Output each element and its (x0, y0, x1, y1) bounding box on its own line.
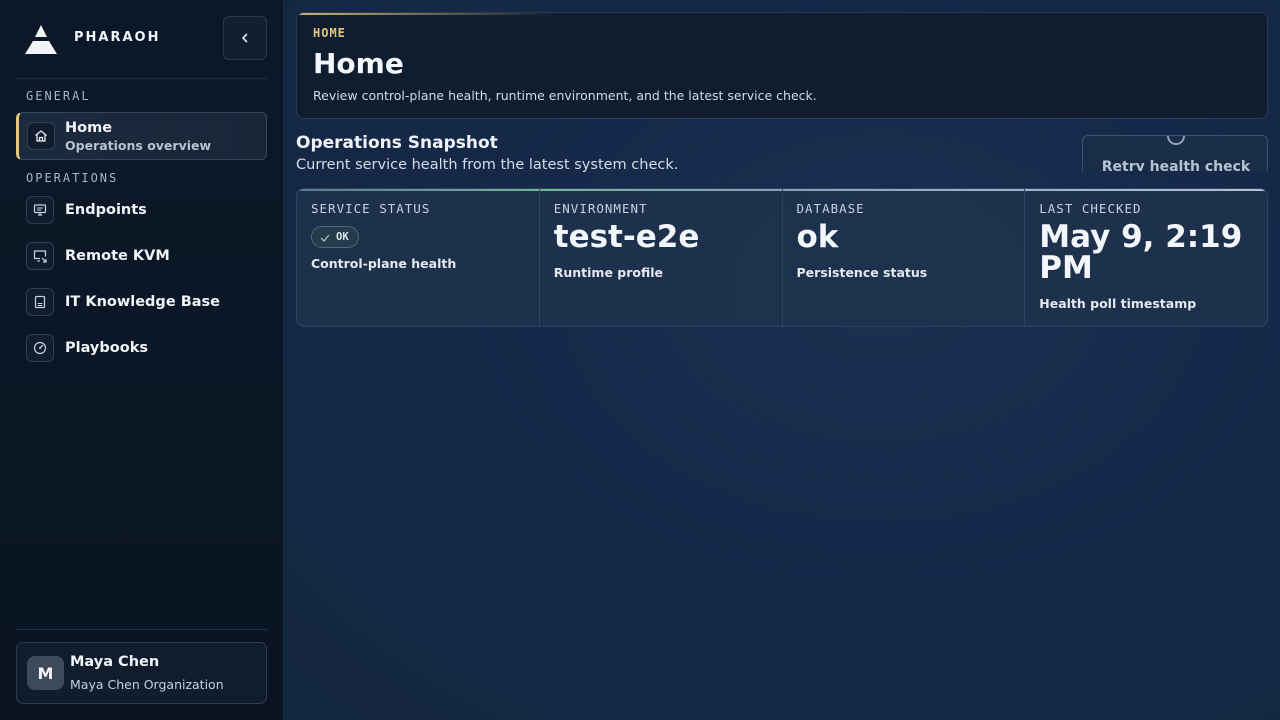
avatar: M (27, 656, 64, 690)
stat-environment: ENVIRONMENT test-e2e Runtime profile (540, 189, 783, 326)
retry-health-check-button[interactable]: Retry health check (1082, 135, 1268, 171)
section-title: Operations Snapshot (296, 133, 498, 153)
retry-button-label: Retry health check (1101, 159, 1251, 171)
section-description: Current service health from the latest s… (296, 157, 679, 173)
sidebar-item-playbooks[interactable]: Playbooks (16, 325, 267, 371)
sidebar-divider (16, 629, 267, 630)
main-content: HOME Home Review control-plane health, r… (284, 0, 1280, 720)
user-menu[interactable]: M Maya Chen Maya Chen Organization (16, 642, 267, 704)
sidebar-item-label: Remote KVM (65, 248, 170, 264)
stat-value: May 9, 2:19 PM (1039, 219, 1243, 286)
stat-label: LAST CHECKED (1039, 201, 1142, 216)
section-label-general: GENERAL (26, 89, 91, 103)
page-description: Review control-plane health, runtime env… (313, 88, 817, 103)
refresh-icon (1167, 136, 1185, 145)
stat-caption: Health poll timestamp (1039, 296, 1197, 311)
sidebar-item-sublabel: Operations overview (65, 137, 212, 153)
stat-label: SERVICE STATUS (311, 201, 431, 216)
sidebar-item-label: Playbooks (65, 340, 148, 356)
user-organization: Maya Chen Organization (70, 677, 224, 692)
check-icon (320, 228, 330, 247)
monitor-icon (26, 196, 54, 224)
page-title: Home (313, 47, 404, 80)
brand-name: PHARAOH (74, 30, 161, 45)
page-header: HOME Home Review control-plane health, r… (296, 12, 1268, 119)
sidebar-item-remote-kvm[interactable]: Remote KVM (16, 233, 267, 279)
collapse-sidebar-button[interactable] (223, 16, 267, 60)
stat-caption: Runtime profile (553, 265, 664, 280)
status-badge-text: OK (336, 231, 349, 243)
home-icon (27, 122, 55, 150)
stats-panel: SERVICE STATUS OK Control-plane health E… (296, 188, 1268, 327)
sidebar-divider (16, 78, 267, 79)
sidebar-item-label: IT Knowledge Base (65, 294, 220, 310)
sidebar: PHARAOH GENERAL Home Operations overview… (0, 0, 284, 720)
status-badge: OK (311, 226, 359, 248)
sidebar-item-home[interactable]: Home Operations overview (16, 112, 267, 160)
book-icon (26, 288, 54, 316)
sidebar-item-endpoints[interactable]: Endpoints (16, 187, 267, 233)
sidebar-item-label: Endpoints (65, 202, 147, 218)
stat-label: ENVIRONMENT (553, 201, 648, 216)
stat-caption: Persistence status (796, 265, 928, 280)
brand[interactable]: PHARAOH (24, 22, 158, 56)
pyramid-logo-icon (24, 23, 58, 55)
sidebar-item-it-knowledge-base[interactable]: IT Knowledge Base (16, 279, 267, 325)
stat-value: ok (796, 219, 839, 255)
stat-value: test-e2e (553, 219, 700, 255)
breadcrumb: HOME (313, 26, 346, 40)
gauge-icon (26, 334, 54, 362)
stat-label: DATABASE (796, 201, 865, 216)
stat-last-checked: LAST CHECKED May 9, 2:19 PM Health poll … (1025, 189, 1267, 326)
chevron-left-icon (239, 29, 251, 48)
user-name: Maya Chen (70, 654, 160, 670)
stat-service-status: SERVICE STATUS OK Control-plane health (297, 189, 540, 326)
sidebar-item-label: Home (65, 119, 113, 136)
remote-screen-icon (26, 242, 54, 270)
stat-database: DATABASE ok Persistence status (783, 189, 1026, 326)
section-label-operations: OPERATIONS (26, 171, 119, 185)
stat-caption: Control-plane health (311, 256, 457, 271)
